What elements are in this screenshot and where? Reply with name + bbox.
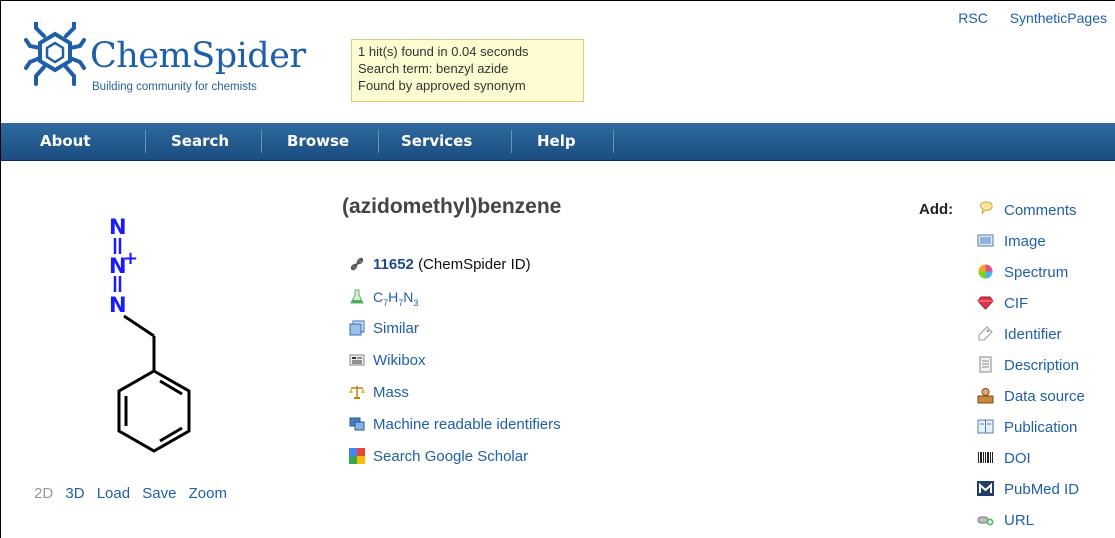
add-data-source-link[interactable]: Data source bbox=[977, 387, 1085, 407]
pubmed-icon bbox=[977, 481, 994, 496]
rsc-link[interactable]: RSC bbox=[958, 10, 988, 26]
add-doi-link[interactable]: DOI bbox=[977, 449, 1031, 469]
molecular-formula: C7H7N3 bbox=[349, 287, 418, 308]
search-hits-text: 1 hit(s) found in 0.04 seconds bbox=[358, 44, 529, 59]
nav-search[interactable]: Search bbox=[171, 123, 229, 160]
mass-link[interactable]: Mass bbox=[349, 383, 409, 403]
top-links: RSC SyntheticPages bbox=[940, 10, 1107, 26]
atom-n-1: N bbox=[109, 215, 127, 239]
search-result-info: 1 hit(s) found in 0.04 seconds Search te… bbox=[351, 39, 584, 102]
nav-about[interactable]: About bbox=[40, 123, 91, 160]
data-source-icon bbox=[977, 388, 994, 404]
machine-readable-identifiers-link[interactable]: Machine readable identifiers bbox=[349, 415, 561, 435]
main-nav-bar: About Search Browse Services Help bbox=[1, 123, 1115, 161]
add-cif-link[interactable]: CIF bbox=[977, 294, 1028, 314]
chemspider-id: 11652 (ChemSpider ID) bbox=[349, 255, 531, 275]
nav-separator bbox=[378, 130, 379, 153]
search-found-by-text: Found by approved synonym bbox=[358, 78, 526, 93]
compound-name: (azidomethyl)benzene bbox=[342, 195, 562, 218]
nav-services[interactable]: Services bbox=[401, 123, 472, 160]
spectrum-icon bbox=[978, 264, 993, 279]
add-image-link[interactable]: Image bbox=[977, 232, 1046, 252]
url-icon bbox=[977, 516, 994, 526]
add-pubmed-id-link[interactable]: PubMed ID bbox=[977, 480, 1079, 500]
chemspider-id-label: (ChemSpider ID) bbox=[418, 256, 531, 273]
nav-separator bbox=[613, 130, 614, 153]
structure-viewer-links: 2D 3D Load Save Zoom bbox=[34, 485, 235, 502]
add-identifier-link[interactable]: Identifier bbox=[977, 325, 1062, 345]
syntheticpages-link[interactable]: SyntheticPages bbox=[1010, 10, 1107, 26]
page-frame: ChemSpider Building community for chemis… bbox=[0, 0, 1115, 538]
logo-title: ChemSpider bbox=[90, 36, 306, 76]
view-3d-link[interactable]: 3D bbox=[65, 485, 84, 502]
nav-separator bbox=[261, 130, 262, 153]
google-scholar-icon bbox=[349, 448, 365, 464]
publication-icon bbox=[977, 419, 994, 434]
add-url-link[interactable]: URL bbox=[977, 511, 1034, 531]
atom-n-3: N bbox=[109, 293, 127, 317]
add-publication-link[interactable]: Publication bbox=[977, 418, 1077, 438]
wikibox-link[interactable]: Wikibox bbox=[349, 351, 426, 371]
zoom-link[interactable]: Zoom bbox=[189, 485, 227, 502]
scales-icon bbox=[349, 386, 365, 399]
load-link[interactable]: Load bbox=[97, 485, 130, 502]
id-link-icon bbox=[350, 257, 364, 271]
save-link[interactable]: Save bbox=[142, 485, 176, 502]
machine-readable-icon bbox=[349, 417, 365, 431]
nav-browse[interactable]: Browse bbox=[287, 123, 349, 160]
nav-separator bbox=[511, 130, 512, 153]
chemspider-spider-icon bbox=[24, 22, 86, 86]
logo-tagline: Building community for chemists bbox=[92, 81, 257, 93]
image-icon bbox=[977, 234, 994, 247]
similar-icon bbox=[349, 320, 365, 336]
structure-bonds bbox=[117, 314, 191, 453]
cif-gem-icon bbox=[977, 296, 994, 310]
view-2d-link[interactable]: 2D bbox=[34, 485, 53, 502]
identifier-tag-icon bbox=[978, 326, 993, 341]
add-label: Add: bbox=[919, 201, 954, 218]
nav-separator bbox=[145, 130, 146, 153]
doi-barcode-icon bbox=[978, 452, 993, 463]
add-description-link[interactable]: Description bbox=[977, 356, 1079, 376]
add-spectrum-link[interactable]: Spectrum bbox=[977, 263, 1068, 283]
atom-charge-plus: + bbox=[123, 248, 138, 269]
similar-link[interactable]: Similar bbox=[349, 319, 419, 339]
search-term-text: Search term: benzyl azide bbox=[358, 61, 509, 76]
chemspider-logo[interactable]: ChemSpider Building community for chemis… bbox=[24, 22, 306, 102]
wikibox-icon bbox=[349, 354, 365, 366]
description-icon bbox=[979, 356, 992, 373]
add-comments-link[interactable]: Comments bbox=[977, 201, 1077, 221]
nav-help[interactable]: Help bbox=[537, 123, 576, 160]
flask-icon bbox=[350, 289, 364, 304]
chemspider-id-number[interactable]: 11652 bbox=[373, 256, 414, 273]
search-google-scholar-link[interactable]: Search Google Scholar bbox=[349, 447, 528, 467]
comments-icon bbox=[979, 201, 993, 215]
structure-image[interactable]: N N + N bbox=[71, 206, 221, 481]
